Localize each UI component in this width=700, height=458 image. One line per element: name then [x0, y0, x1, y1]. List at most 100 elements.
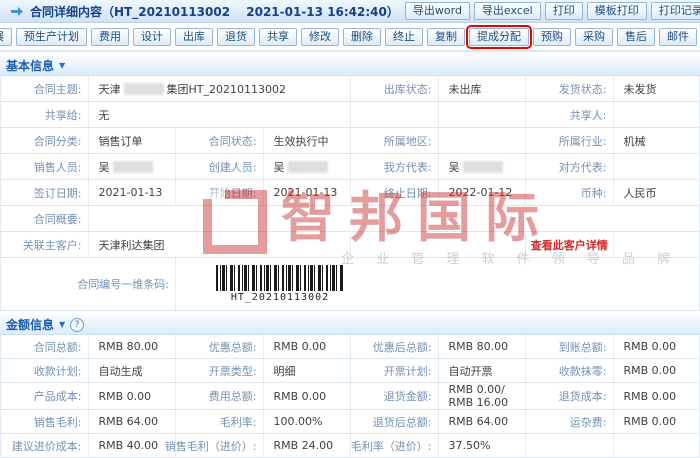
button-purchase[interactable]: 采购	[575, 27, 613, 46]
field-label	[351, 102, 439, 127]
button-template-print[interactable]: 模板打印	[586, 2, 647, 20]
field-value: RMB 0.00	[623, 415, 677, 428]
field-label: 到账总额:	[526, 335, 614, 358]
field-value: 吴	[439, 154, 526, 179]
amount-info-title: 金额信息	[6, 318, 55, 332]
field-value: RMB 0.00/ RMB 16.00	[439, 383, 526, 409]
amount-info-header: 金额信息 ▼ ?	[0, 315, 700, 335]
field-value: 2021-01-13	[89, 180, 176, 205]
table-row: 合同分类: 销售订单 合同状态: 生效执行中 所属地区: 所属行业: 机械	[1, 128, 699, 154]
field-value: 2022-01-12	[439, 180, 526, 205]
field-value: 人民币	[623, 186, 657, 200]
field-value: RMB 80.00	[89, 335, 176, 358]
field-value	[614, 434, 700, 457]
button-pre-purchase[interactable]: 预购	[533, 27, 571, 46]
field-label: 建议进价成本:	[1, 434, 89, 457]
field-label: 出库状态:	[351, 76, 439, 101]
field-value	[89, 206, 700, 231]
table-row: 关联主客户: 天津利达集团 查看此客户详情	[1, 232, 699, 258]
table-row: 合同编号一维条码: HT_20210113002	[1, 258, 699, 311]
field-label: 合同主题:	[1, 76, 89, 101]
barcode-text: HT_20210113002	[230, 292, 330, 303]
field-label: 销售毛利:	[1, 410, 89, 433]
table-row: 签订日期: 2021-01-13 开始日期: 2021-01-13 终止日期: 2022-…	[1, 180, 699, 206]
field-label: 签订日期:	[1, 180, 89, 205]
field-label: 所属地区:	[351, 128, 439, 153]
basic-info-header: 基本信息 ▼	[0, 56, 700, 76]
button-commission-allocation[interactable]: 提成分配	[466, 24, 532, 49]
redacted-text	[123, 82, 164, 95]
table-row: 建议进价成本: RMB 40.00 销售毛利（进价）: RMB 24.00 毛利率（进价…	[1, 434, 699, 458]
button-after-sales[interactable]: 售后	[617, 27, 655, 46]
button-delete[interactable]: 删除	[343, 27, 381, 46]
button-modify[interactable]: 修改	[301, 27, 339, 46]
field-value	[439, 102, 526, 127]
titlebar-buttons: 导出word导出excel打印模板打印打印记录(0次)	[404, 2, 700, 20]
button-negotiation-progress[interactable]: 洽谈进展	[0, 27, 12, 46]
field-label: 收款抹零:	[526, 359, 614, 382]
field-value: 未出库	[439, 76, 526, 101]
field-label: 关联主客户:	[1, 232, 89, 257]
forward-arrow-icon	[10, 6, 24, 17]
field-value: 自动生成	[89, 359, 176, 382]
button-export-excel[interactable]: 导出excel	[473, 2, 541, 20]
field-value	[614, 154, 700, 179]
table-row: 合同主题: 天津 集团HT_20210113002 出库状态: 未出库 发货状态: 未发货	[1, 76, 699, 102]
button-pre-production-plan[interactable]: 预生产计划	[16, 27, 87, 46]
field-value: 生效执行中	[264, 128, 351, 153]
field-label: 币种:	[526, 180, 614, 205]
field-label: 创建人员:	[176, 154, 264, 179]
field-value: RMB 80.00	[439, 335, 526, 358]
field-label: 所属行业:	[526, 128, 614, 153]
table-row: 收款计划: 自动生成 开票类型: 明细 开票计划: 自动开票 收款抹零: RMB 0.00	[1, 359, 699, 383]
field-label: 优惠后总额:	[351, 335, 439, 358]
field-value: 明细	[264, 359, 351, 382]
field-label: 共享人:	[526, 102, 614, 127]
field-value: HT_20210113002	[176, 258, 700, 310]
customer-detail-link[interactable]: 查看此客户详情	[526, 232, 614, 257]
collapse-arrow-icon[interactable]: ▼	[59, 61, 65, 70]
button-print[interactable]: 打印	[544, 2, 583, 20]
field-value: 100.00%	[264, 410, 351, 433]
collapse-arrow-icon[interactable]: ▼	[59, 320, 65, 329]
field-value: 天津利达集团	[89, 232, 351, 257]
contract-detail-page: 合同详细内容（HT_20210113002 2021-01-13 16:42:4…	[0, 0, 700, 458]
field-label	[526, 434, 614, 457]
field-label: 开票计划:	[351, 359, 439, 382]
field-value: RMB 0.00	[623, 364, 677, 377]
table-row: 合同总额: RMB 80.00 优惠总额: RMB 0.00 优惠后总额: RMB 80.…	[1, 335, 699, 359]
field-label: 发货状态:	[526, 76, 614, 101]
button-terminate[interactable]: 终止	[385, 27, 423, 46]
field-value: 自动开票	[439, 359, 526, 382]
field-label: 合同编号一维条码:	[1, 258, 176, 310]
button-share[interactable]: 共享	[259, 27, 297, 46]
field-value	[439, 128, 526, 153]
button-mail[interactable]: 邮件	[659, 27, 697, 46]
table-row: 销售毛利: RMB 64.00 毛利率: 100.00% 退货后总额: RMB 64.00…	[1, 410, 699, 434]
field-label: 退货金额:	[351, 383, 439, 409]
field-label: 收款计划:	[1, 359, 89, 382]
button-print-history[interactable]: 打印记录(0次)	[650, 2, 700, 20]
field-value	[351, 232, 526, 257]
table-row: 共享给: 无 共享人:	[1, 102, 699, 128]
field-label: 退货成本:	[526, 383, 614, 409]
button-design[interactable]: 设计	[133, 27, 171, 46]
titlebar: 合同详细内容（HT_20210113002 2021-01-13 16:42:4…	[0, 0, 700, 23]
field-label: 费用总额:	[176, 383, 264, 409]
button-return-goods[interactable]: 退货	[217, 27, 255, 46]
field-value: 无	[89, 102, 351, 127]
field-label: 运杂费:	[526, 410, 614, 433]
field-label: 终止日期:	[351, 180, 439, 205]
field-label: 优惠总额:	[176, 335, 264, 358]
field-label: 共享给:	[1, 102, 89, 127]
button-stock-out[interactable]: 出库	[175, 27, 213, 46]
button-export-word[interactable]: 导出word	[404, 2, 470, 20]
button-copy[interactable]: 复制	[427, 27, 465, 46]
field-value: 37.50%	[439, 434, 526, 457]
field-value: RMB 24.00	[264, 434, 351, 457]
field-value: 2021-01-13	[264, 180, 351, 205]
button-expense[interactable]: 费用	[91, 27, 129, 46]
field-value	[614, 232, 700, 257]
field-label: 开始日期:	[176, 180, 264, 205]
help-icon[interactable]: ?	[70, 317, 85, 332]
